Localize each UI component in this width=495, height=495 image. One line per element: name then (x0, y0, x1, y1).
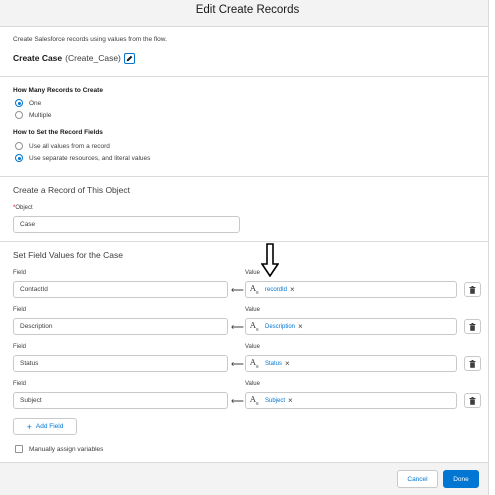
text-resource-icon: Aa (250, 357, 259, 370)
text-resource-icon: Aa (250, 394, 259, 407)
radio-label: Use all values from a record (29, 142, 110, 150)
remove-value-icon[interactable]: × (298, 322, 303, 331)
modal-header: Edit Create Records (0, 0, 495, 27)
delete-row-button[interactable] (464, 319, 481, 334)
value-col-label: Value (245, 381, 260, 387)
arrow-left-icon: ⟵ (231, 322, 244, 332)
add-field-button[interactable]: + Add Field (13, 418, 77, 435)
value-pill-label: Subject (265, 397, 286, 404)
field-col-label: Field (13, 381, 27, 387)
done-button[interactable]: Done (443, 470, 479, 488)
how-to-set-label: How to Set the Record Fields (13, 129, 103, 136)
divider (0, 176, 495, 177)
value-col-label: Value (245, 307, 260, 313)
radio-separate-resources[interactable]: Use separate resources, and literal valu… (15, 153, 150, 163)
remove-value-icon[interactable]: × (290, 285, 295, 294)
field-input-status[interactable]: Status (13, 355, 228, 372)
value-col-label: Value (245, 344, 260, 350)
trash-icon (469, 322, 476, 331)
value-input-status[interactable]: Aa Status × (245, 355, 457, 372)
pencil-icon (126, 55, 133, 61)
field-col-label: Field (13, 344, 27, 350)
delete-row-button[interactable] (464, 356, 481, 371)
manual-assign-checkbox[interactable] (15, 445, 23, 453)
arrow-left-icon: ⟵ (231, 359, 244, 369)
value-input-recordid[interactable]: Aa recordId × (245, 281, 457, 298)
arrow-left-icon: ⟵ (231, 396, 244, 406)
manual-assign-label: Manually assign variables (29, 445, 104, 453)
modal-description: Create Salesforce records using values f… (13, 36, 167, 43)
trash-icon (469, 285, 476, 294)
value-pill-label: Description (265, 323, 296, 330)
field-input-contactid[interactable]: ContactId (13, 281, 228, 298)
radio-button[interactable] (15, 111, 23, 119)
radio-button-selected[interactable] (15, 99, 23, 107)
radio-all-values[interactable]: Use all values from a record (15, 141, 110, 151)
add-field-label: Add Field (35, 423, 64, 430)
trash-icon (469, 359, 476, 368)
radio-one[interactable]: One (15, 98, 41, 108)
text-resource-icon: Aa (250, 320, 259, 333)
radio-button-selected[interactable] (15, 154, 23, 162)
text-resource-icon: Aa (250, 283, 259, 296)
arrow-left-icon: ⟵ (231, 285, 244, 295)
field-col-label: Field (13, 307, 27, 313)
radio-button[interactable] (15, 142, 23, 150)
object-section-title: Create a Record of This Object (13, 185, 131, 195)
divider (0, 76, 495, 77)
element-api-name: (Create_Case) (65, 53, 121, 63)
how-many-label: How Many Records to Create (13, 87, 103, 94)
plus-icon: + (26, 421, 32, 432)
radio-label: Multiple (29, 111, 52, 119)
object-field-label: *Object (13, 205, 33, 211)
element-name-row: Create Case (Create_Case) (13, 52, 135, 64)
radio-label: Use separate resources, and literal valu… (29, 154, 151, 162)
object-input[interactable]: Case (13, 216, 240, 233)
value-pill-label: Status (265, 360, 283, 367)
field-input-description[interactable]: Description (13, 318, 228, 335)
radio-multiple[interactable]: Multiple (15, 110, 51, 120)
value-col-label: Value (245, 270, 260, 276)
scrollbar-track[interactable] (488, 0, 495, 495)
trash-icon (469, 396, 476, 405)
remove-value-icon[interactable]: × (288, 396, 293, 405)
delete-row-button[interactable] (464, 282, 481, 297)
element-label: Create Case (13, 53, 63, 63)
manual-assign-row[interactable]: Manually assign variables (15, 445, 103, 453)
delete-row-button[interactable] (464, 393, 481, 408)
field-col-label: Field (13, 270, 27, 276)
value-input-subject[interactable]: Aa Subject × (245, 392, 457, 409)
radio-label: One (29, 99, 42, 107)
modal-title: Edit Create Records (195, 4, 300, 16)
field-values-title: Set Field Values for the Case (13, 250, 123, 260)
field-input-subject[interactable]: Subject (13, 392, 228, 409)
cancel-button[interactable]: Cancel (397, 470, 438, 488)
remove-value-icon[interactable]: × (285, 359, 290, 368)
value-pill-label: recordId (265, 286, 288, 293)
edit-name-button[interactable] (123, 52, 135, 64)
annotation-down-arrow-icon (261, 243, 279, 277)
divider (0, 241, 495, 242)
value-input-description[interactable]: Aa Description × (245, 318, 457, 335)
